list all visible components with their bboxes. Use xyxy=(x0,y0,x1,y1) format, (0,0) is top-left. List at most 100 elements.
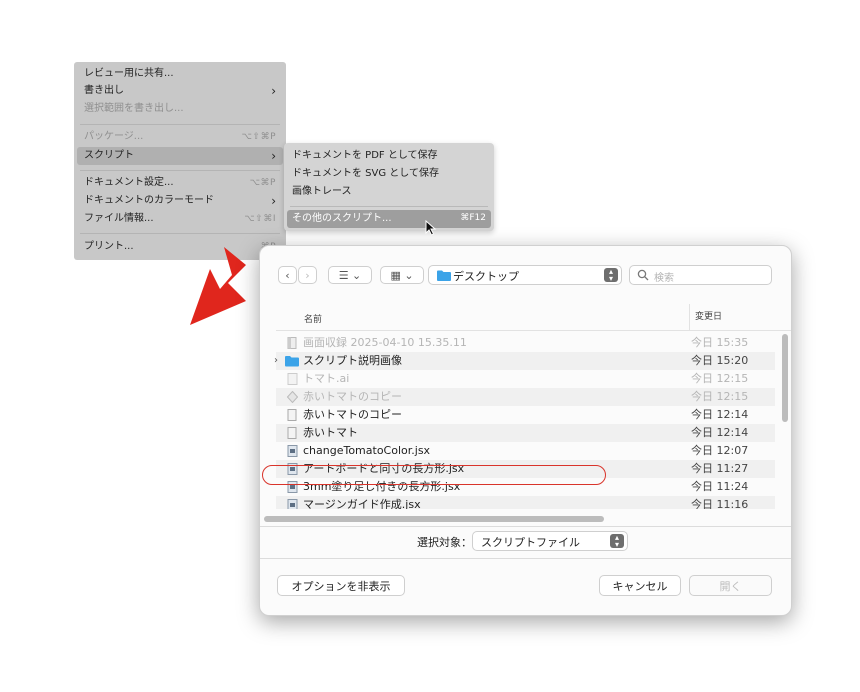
folder-icon xyxy=(437,270,451,281)
document-icon xyxy=(287,409,297,421)
file-row[interactable]: 赤いトマトのコピー 今日 12:14 xyxy=(276,406,775,424)
divider xyxy=(260,558,791,559)
file-row[interactable]: 赤いトマト 今日 12:14 xyxy=(276,424,775,442)
file-name: トマト.ai xyxy=(303,372,350,385)
red-arrow-icon xyxy=(190,247,246,325)
file-name: 赤いトマトのコピー xyxy=(303,408,402,421)
file-name: changeTomatoColor.jsx xyxy=(303,444,431,457)
list-view-icon: ☰ ⌄ xyxy=(338,268,362,282)
file-type-filter: 選択対象： スクリプトファイル ▴ ▾ xyxy=(260,530,791,554)
menu-item-package: パッケージ... ⌥⇧⌘P xyxy=(84,129,276,145)
view-grid-button[interactable]: ▦ ⌄ xyxy=(380,266,424,284)
file-row[interactable]: トマト.ai 今日 12:15 xyxy=(276,370,775,388)
file-date: 今日 12:14 xyxy=(691,408,749,421)
submenu-item-label: ドキュメントを PDF として保存 xyxy=(292,150,438,161)
file-name: 赤いトマト xyxy=(303,426,358,439)
menu-shortcut: ⌥⇧⌘I xyxy=(244,214,276,224)
location-popup[interactable]: デスクトップ ▴ ▾ xyxy=(428,265,622,285)
location-label: デスクトップ xyxy=(453,270,519,283)
menu-item-label: プリント... xyxy=(84,241,134,252)
chevron-right-icon: › xyxy=(305,268,310,282)
file-row[interactable]: マージンガイド作成.jsx 今日 11:16 xyxy=(276,496,775,509)
submenu-item-label: その他のスクリプト... xyxy=(292,213,392,224)
script-file-icon xyxy=(287,499,298,509)
file-name: マージンガイド作成.jsx xyxy=(303,498,421,509)
dialog-toolbar: ‹ › ☰ ⌄ ▦ ⌄ デスクトップ ▴ ▾ 検索 xyxy=(260,246,791,304)
script-file-icon xyxy=(287,445,298,457)
file-date: 今日 11:27 xyxy=(691,462,749,475)
mouse-cursor-icon xyxy=(425,220,437,236)
file-type-select[interactable]: スクリプトファイル ▴ ▾ xyxy=(472,531,628,551)
menu-separator xyxy=(290,206,488,207)
forward-button[interactable]: › xyxy=(298,266,317,284)
view-list-button[interactable]: ☰ ⌄ xyxy=(328,266,372,284)
button-label: 開く xyxy=(719,579,742,593)
file-row[interactable]: 赤いトマトのコピー 今日 12:15 xyxy=(276,388,775,406)
menu-item-label: ドキュメントのカラーモード xyxy=(84,195,214,206)
search-icon xyxy=(637,269,649,281)
menu-shortcut: ⌥⌘P xyxy=(249,178,276,188)
menu-item-label: パッケージ... xyxy=(84,131,144,142)
search-placeholder: 検索 xyxy=(654,273,674,284)
menu-separator xyxy=(80,124,280,125)
submenu-item-label: 画像トレース xyxy=(292,186,352,197)
button-label: オプションを非表示 xyxy=(291,579,391,593)
menu-separator xyxy=(80,233,280,234)
folder-icon xyxy=(285,356,299,367)
submenu-item-save-pdf[interactable]: ドキュメントを PDF として保存 xyxy=(292,147,486,164)
menu-item-export[interactable]: 書き出し › xyxy=(84,83,276,99)
vertical-scrollbar[interactable] xyxy=(782,334,788,422)
menu-shortcut: ⌥⇧⌘P xyxy=(241,132,276,142)
popup-stepper-icon: ▴ ▾ xyxy=(610,534,624,549)
menu-item-export-selection: 選択範囲を書き出し... xyxy=(84,101,276,117)
submenu-item-label: ドキュメントを SVG として保存 xyxy=(292,168,439,179)
menu-item-scripts[interactable]: スクリプト › xyxy=(84,148,276,164)
horizontal-scrollbar[interactable] xyxy=(264,516,604,522)
menu-item-color-mode[interactable]: ドキュメントのカラーモード › xyxy=(84,193,276,209)
cancel-button[interactable]: キャンセル xyxy=(599,575,681,596)
search-field[interactable]: 検索 xyxy=(629,265,772,285)
menu-separator xyxy=(80,170,280,171)
menu-item-label: ドキュメント設定... xyxy=(84,177,174,188)
back-button[interactable]: ‹ xyxy=(278,266,297,284)
submenu-item-save-svg[interactable]: ドキュメントを SVG として保存 xyxy=(292,165,486,182)
file-row[interactable]: changeTomatoColor.jsx 今日 12:07 xyxy=(276,442,775,460)
menu-item-label: ファイル情報... xyxy=(84,213,154,224)
menu-item-label: レビュー用に共有... xyxy=(84,68,174,79)
submenu-item-image-trace[interactable]: 画像トレース xyxy=(292,183,486,200)
column-header-modified[interactable]: 変更日 xyxy=(689,304,722,330)
submenu-item-other-scripts[interactable]: その他のスクリプト... ⌘F12 xyxy=(287,210,491,228)
grid-view-icon: ▦ ⌄ xyxy=(390,268,414,282)
file-date: 今日 12:14 xyxy=(691,426,749,439)
chevron-left-icon: ‹ xyxy=(285,268,290,282)
ai-file-icon xyxy=(287,373,298,385)
button-label: キャンセル xyxy=(612,579,668,593)
hide-options-button[interactable]: オプションを非表示 xyxy=(277,575,405,596)
menu-item-label: 選択範囲を書き出し... xyxy=(84,103,184,114)
menu-item-label: 書き出し xyxy=(84,85,124,96)
menu-item-document-setup[interactable]: ドキュメント設定... ⌥⌘P xyxy=(84,175,276,191)
filter-label: 選択対象： xyxy=(417,536,472,549)
chevron-right-icon: › xyxy=(271,194,276,208)
column-header-name[interactable]: 名前 xyxy=(304,312,322,325)
file-type-value: スクリプトファイル xyxy=(481,536,580,549)
open-button[interactable]: 開く xyxy=(689,575,772,596)
menu-shortcut: ⌘F12 xyxy=(460,213,486,223)
folder-row[interactable]: › スクリプト説明画像 今日 15:20 xyxy=(274,352,775,370)
file-date: 今日 15:20 xyxy=(691,354,749,367)
menu-item-file-info[interactable]: ファイル情報... ⌥⇧⌘I xyxy=(84,211,276,227)
list-header: 名前 変更日 xyxy=(276,304,791,331)
menu-item-share-review[interactable]: レビュー用に共有... xyxy=(84,66,276,82)
disclosure-chevron-icon[interactable]: › xyxy=(274,352,278,370)
file-row[interactable]: 画面収録 2025-04-10 15.35.11 今日 15:35 xyxy=(276,334,775,352)
file-date: 今日 12:15 xyxy=(691,372,749,385)
file-date: 今日 12:15 xyxy=(691,390,749,403)
open-file-dialog: ‹ › ☰ ⌄ ▦ ⌄ デスクトップ ▴ ▾ 検索 名前 変更日 画面収録 20… xyxy=(259,245,792,616)
file-date: 今日 12:07 xyxy=(691,444,749,457)
file-name: 赤いトマトのコピー xyxy=(303,390,402,403)
divider xyxy=(260,526,791,527)
document-icon xyxy=(287,427,297,439)
app-icon xyxy=(287,391,298,403)
scripts-submenu: ドキュメントを PDF として保存 ドキュメントを SVG として保存 画像トレ… xyxy=(284,143,494,231)
file-menu: レビュー用に共有... 書き出し › 選択範囲を書き出し... パッケージ...… xyxy=(74,62,286,260)
